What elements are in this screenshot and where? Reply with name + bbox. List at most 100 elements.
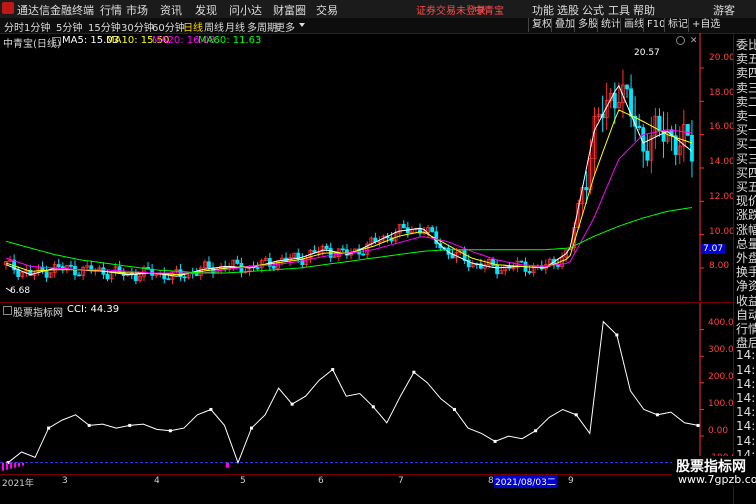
high-price-label: 20.57	[634, 48, 660, 58]
menu-news[interactable]: 资讯	[160, 2, 182, 18]
candle-body	[44, 270, 49, 278]
side-panel-item: 14:50	[736, 391, 756, 405]
cci-point	[290, 402, 294, 406]
guest-label[interactable]: 游客	[713, 2, 735, 18]
price-tick: 16.00	[709, 122, 735, 132]
tab-weekly[interactable]: 周线	[204, 19, 224, 34]
candlestick-chart[interactable]	[0, 33, 733, 301]
cci-signal-bar	[6, 462, 8, 470]
menu-trade[interactable]: 交易	[316, 2, 338, 18]
candle-body	[166, 278, 171, 281]
cci-point	[615, 333, 619, 337]
tab-timeshare[interactable]: 分时	[4, 19, 24, 34]
candle-body	[16, 269, 21, 277]
cci-point	[655, 413, 659, 417]
price-axis: 20.00 18.00 16.00 14.00 12.00 10.00 8.00	[702, 33, 735, 301]
price-tick: 14.00	[709, 157, 735, 167]
date-axis: 2021年 3 4 5 6 7 8 2021/08/03二 9	[0, 474, 733, 489]
cci-tick: 200.0	[708, 372, 734, 382]
cci-point	[534, 429, 538, 433]
side-panel-item: 14:50	[736, 376, 756, 391]
cci-point	[47, 426, 51, 430]
watermark: 股票指标网 www.7gpzb.com	[672, 456, 756, 487]
ma-line-ma60	[5, 207, 692, 274]
side-panel-item: 14:50	[736, 433, 756, 448]
price-tick: 12.00	[709, 192, 735, 202]
candle-body	[182, 276, 187, 279]
candle-body	[685, 124, 690, 136]
side-panel-item: 14:50	[736, 362, 756, 377]
cci-point	[574, 413, 578, 417]
more-dropdown-icon[interactable]	[299, 23, 305, 27]
tab-1min[interactable]: 1分钟	[24, 19, 50, 34]
cci-point	[87, 423, 91, 427]
candle-body	[401, 223, 406, 229]
candle-body	[271, 265, 276, 269]
add-watchlist-button[interactable]: +自选	[688, 18, 723, 32]
candle-body	[105, 273, 110, 280]
candle-body	[625, 84, 629, 90]
date-tick: 7	[398, 476, 404, 486]
ma-line-ma20	[5, 129, 692, 274]
date-tick: 5	[240, 476, 246, 486]
menu-formula[interactable]: 公式	[582, 2, 604, 18]
tab-multi-period[interactable]: 多周期	[247, 19, 277, 34]
candle-body	[430, 227, 435, 233]
cci-point	[412, 370, 416, 374]
mark-button[interactable]: 标记	[664, 18, 691, 32]
candle-body	[150, 268, 155, 276]
side-panel-item: 14:50	[736, 348, 756, 363]
candle-body	[418, 228, 422, 234]
candle-body	[612, 92, 617, 109]
cci-chart[interactable]	[0, 303, 733, 474]
cci-point	[371, 405, 375, 409]
candle-body	[77, 274, 81, 277]
menu-quotes[interactable]: 行情	[100, 2, 122, 18]
current-price-tag: 7.07	[701, 244, 726, 254]
candle-body	[255, 267, 260, 270]
cci-point	[250, 426, 254, 430]
menu-stock-select[interactable]: 选股	[557, 2, 579, 18]
menu-ask[interactable]: 问小达	[229, 2, 262, 18]
period-toolbar: 分时 1分钟 5分钟 15分钟 30分钟 60分钟 日线 周线 月线 多周期 更…	[0, 18, 756, 34]
tab-5min[interactable]: 5分钟	[56, 19, 82, 34]
cursor-date-tag: 2021/08/03二	[494, 475, 557, 488]
menu-tools[interactable]: 工具	[608, 2, 630, 18]
cci-signal-bar	[18, 462, 20, 467]
tab-monthly[interactable]: 月线	[225, 19, 245, 34]
cci-signal-bar	[226, 462, 229, 468]
candle-body	[657, 115, 662, 131]
cci-point	[493, 439, 497, 443]
price-tick: 20.00	[709, 53, 735, 63]
tab-30min[interactable]: 30分钟	[121, 19, 154, 34]
candle-body	[637, 125, 642, 128]
candle-body	[207, 261, 211, 269]
tab-60min[interactable]: 60分钟	[152, 19, 185, 34]
tab-daily[interactable]: 日线	[183, 19, 203, 34]
tab-more[interactable]: 更多	[275, 19, 295, 34]
menu-discover[interactable]: 发现	[195, 2, 217, 18]
menu-bar: 通达信金融终端 行情 市场 资讯 发现 问小达 财富圈 交易 证券交易未登录 中…	[0, 0, 756, 19]
app-logo-icon	[2, 2, 14, 14]
side-panel-item: 14:50	[736, 419, 756, 434]
price-tick: 18.00	[709, 88, 735, 98]
menu-help[interactable]: 帮助	[633, 2, 655, 18]
cci-signal-bar	[22, 462, 24, 466]
cci-tick: 100.0	[708, 399, 734, 409]
tab-15min[interactable]: 15分钟	[88, 19, 121, 34]
date-tick: 9	[568, 476, 574, 486]
candle-body	[56, 264, 61, 267]
candle-body	[641, 127, 646, 152]
cci-point	[696, 423, 700, 427]
menu-market[interactable]: 市场	[126, 2, 148, 18]
menu-wealth[interactable]: 财富圈	[273, 2, 306, 18]
cci-tick: 300.0	[708, 345, 734, 355]
app-title: 通达信金融终端	[17, 4, 94, 17]
candle-body	[69, 264, 73, 267]
candle-body	[690, 134, 694, 162]
menu-functions[interactable]: 功能	[532, 2, 554, 18]
stock-name-notice: 中青宝	[474, 6, 504, 17]
candle-body	[584, 187, 589, 191]
candle-body	[340, 248, 345, 251]
candle-body	[194, 273, 199, 276]
